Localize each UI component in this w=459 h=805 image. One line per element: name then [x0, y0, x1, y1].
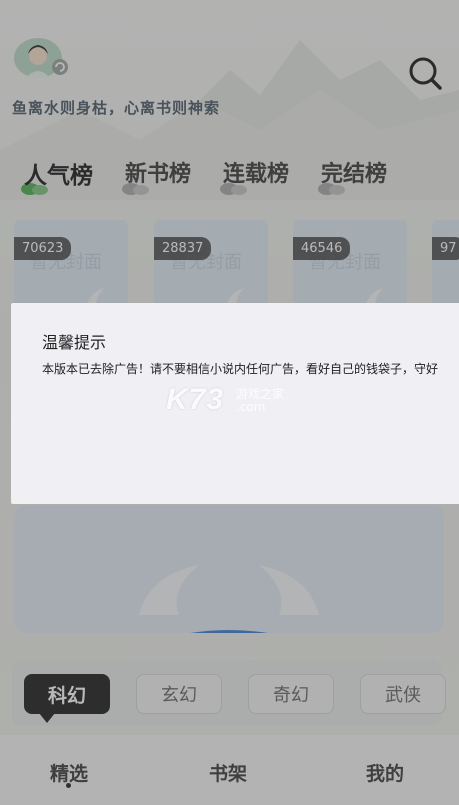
watermark-domain: .com — [236, 400, 266, 414]
app-screen: 鱼离水则身枯，心离书则神索 人气榜 新书榜 连载榜 完结榜 暂无封面 70623… — [0, 0, 459, 805]
dialog-message: 本版本已去除广告！请不要相信小说内任何广告，看好自己的钱袋子，守好 — [42, 362, 439, 376]
watermark: K73 游戏之家 .com — [166, 383, 296, 419]
dialog-title: 温馨提示 — [42, 333, 107, 352]
watermark-logo: K73 — [166, 383, 225, 416]
